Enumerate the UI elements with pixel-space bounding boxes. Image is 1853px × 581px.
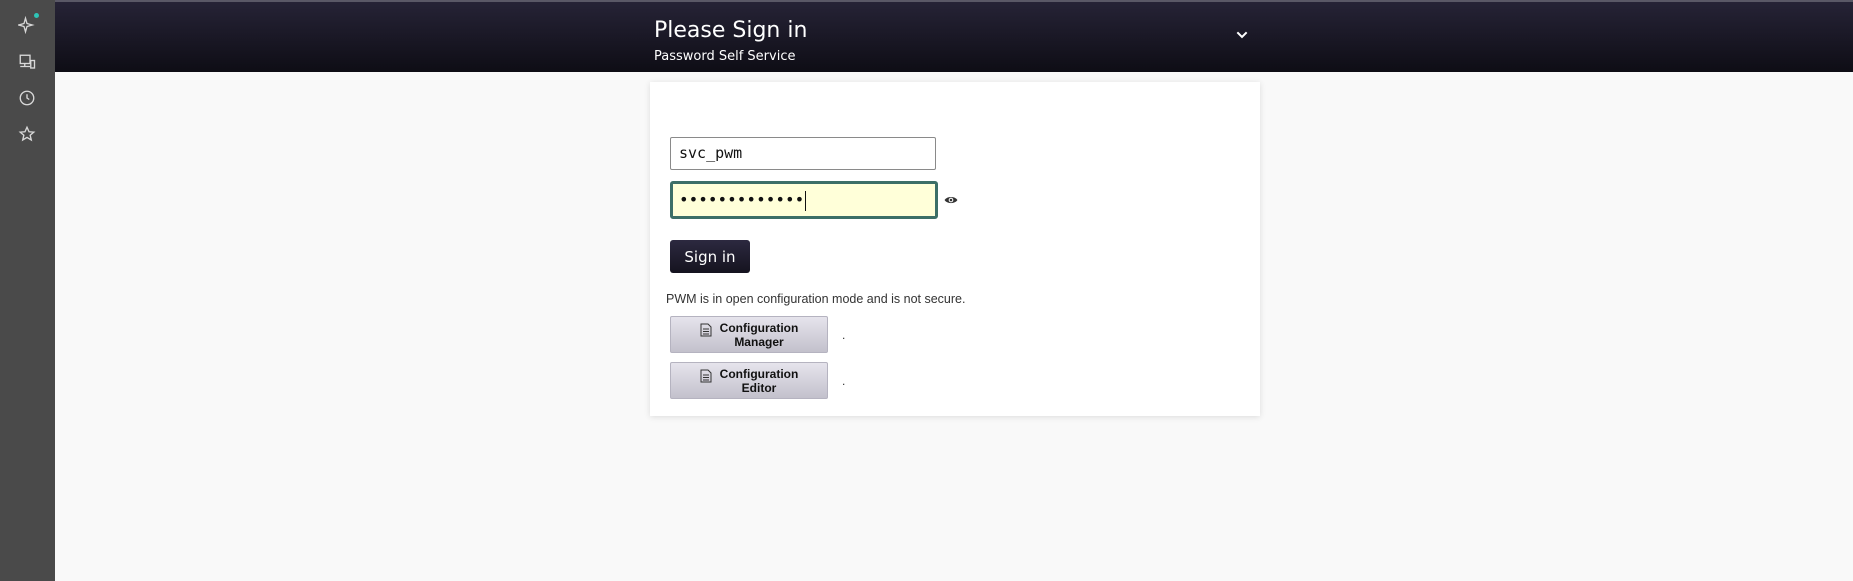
star-icon[interactable] [17,124,37,144]
header-bar: Please Sign in Password Self Service [55,0,1853,72]
editor-suffix: . [842,374,846,388]
configuration-editor-label: Configuration Editor [719,366,799,395]
sign-in-button[interactable]: Sign in [670,240,750,273]
sidebar [0,0,55,581]
password-field[interactable]: ••••••••••••• [670,181,938,219]
chevron-down-icon[interactable] [1232,25,1252,45]
page-subtitle: Password Self Service [654,49,796,64]
username-field[interactable]: svc_pwm [670,137,936,170]
configuration-manager-button[interactable]: Configuration Manager [670,316,828,353]
configuration-editor-button[interactable]: Configuration Editor [670,362,828,399]
document-icon [700,369,712,382]
device-icon[interactable] [17,52,37,72]
sparkle-icon[interactable] [17,15,37,35]
history-icon[interactable] [17,88,37,108]
notification-dot [34,13,39,18]
eye-icon[interactable] [943,192,959,208]
page-title: Please Sign in [654,18,808,43]
configuration-manager-label: Configuration Manager [719,320,799,349]
config-mode-notice: PWM is in open configuration mode and is… [666,292,966,306]
document-icon [700,323,712,336]
manager-suffix: . [842,328,846,342]
password-value: ••••••••••••• [679,190,805,209]
text-caret [805,190,807,211]
login-card: svc_pwm ••••••••••••• Sign in PWM is in … [650,82,1260,416]
